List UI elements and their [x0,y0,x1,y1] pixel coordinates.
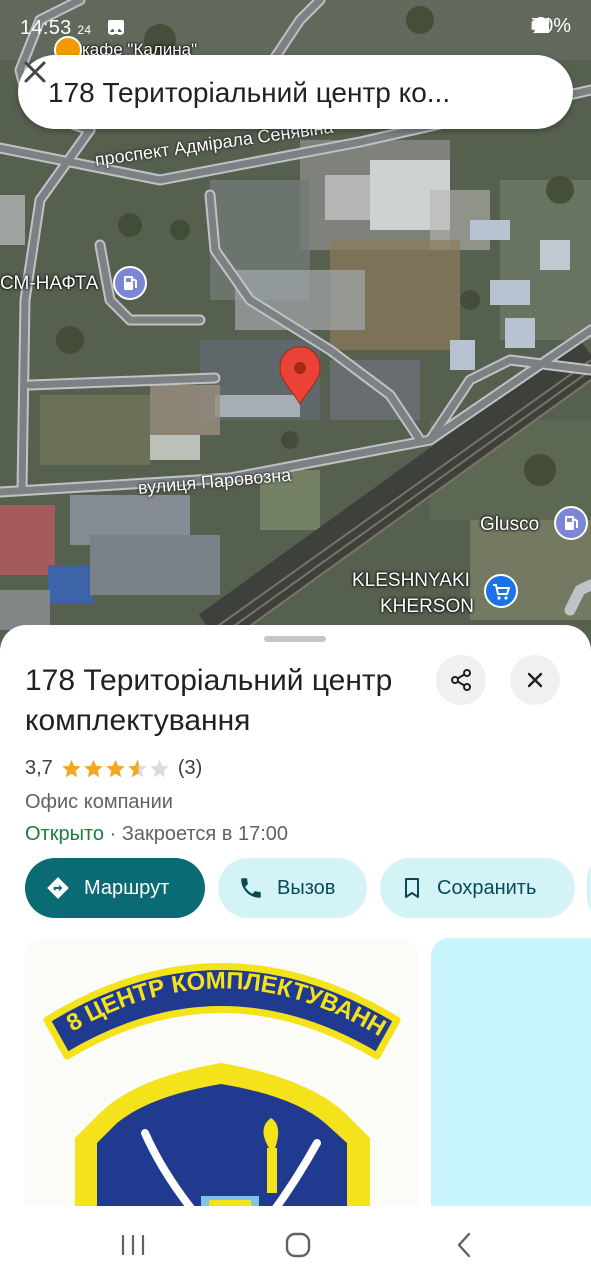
closing-time: Закроется в 17:00 [121,823,289,845]
rating-row[interactable]: 3,7 (3) [25,757,202,780]
status-time: 14:53 24 [20,17,92,39]
home-icon[interactable] [280,1230,316,1260]
poi-label-kleshnyaki-line1[interactable]: KLESHNYAKI [352,570,470,592]
review-count[interactable]: (3) [178,757,202,780]
hours-row[interactable]: Открыто · Закроется в 17:00 [25,823,288,846]
share-button[interactable] [436,655,486,705]
poi-label-smnafta[interactable]: СМ-НАФТА [0,273,98,295]
place-category: Офис компании [25,791,173,813]
status-seconds: 24 [77,23,92,37]
open-status: Открыто [25,823,105,845]
search-bar[interactable]: 178 Територіальний центр ко... [18,55,573,129]
place-title: 178 Територіальний центр комплектування [25,664,393,737]
share-icon [451,669,471,691]
save-label: Сохранить [437,876,537,899]
star-full-icon [106,759,125,778]
place-photo-secondary[interactable] [431,938,591,1215]
star-empty-icon [150,759,169,778]
star-half-icon [128,759,147,778]
rating-stars [61,758,170,779]
star-full-icon [62,759,81,778]
system-navigation-bar [0,1206,591,1280]
gas-station-icon[interactable] [554,506,588,540]
place-photo-emblem[interactable]: 178 ЦЕНТР КОМПЛЕКТУВАННЯ [25,938,418,1215]
close-sheet-button[interactable] [510,655,560,705]
more-actions-button[interactable] [587,858,591,918]
call-button[interactable]: Вызов [218,858,367,918]
call-label: Вызов [277,876,336,899]
close-icon[interactable] [18,55,52,89]
dot-icon [113,24,119,30]
shopping-cart-icon[interactable] [484,574,518,608]
route-button[interactable]: Маршрут [25,858,205,918]
rating-value: 3,7 [25,757,53,779]
back-icon[interactable] [447,1230,483,1260]
bookmark-icon [405,878,419,898]
poi-label-glusco[interactable]: Glusco [480,514,539,536]
map-view[interactable]: проспект Адмірала Сенявіна вулиця Парово… [0,0,591,660]
poi-label-kleshnyaki-line2[interactable]: KHERSON [380,596,474,618]
status-bar: 14:53 24 70% [0,0,591,56]
place-details-sheet[interactable]: 178 Територіальний центр комплектування … [0,625,591,1215]
phone-icon [241,878,261,898]
directions-icon [47,877,69,899]
star-full-icon [84,759,103,778]
hours-separator: · [104,823,122,845]
battery-icon [531,20,538,30]
route-label: Маршрут [84,876,170,899]
recent-apps-icon[interactable] [115,1230,151,1260]
gas-station-icon[interactable] [113,266,147,300]
emblem-image: 178 ЦЕНТР КОМПЛЕКТУВАННЯ [25,938,418,1215]
save-button[interactable]: Сохранить [380,858,575,918]
drag-handle[interactable] [264,636,326,642]
search-query-text[interactable]: 178 Територіальний центр ко... [48,77,488,109]
close-icon [527,672,543,688]
